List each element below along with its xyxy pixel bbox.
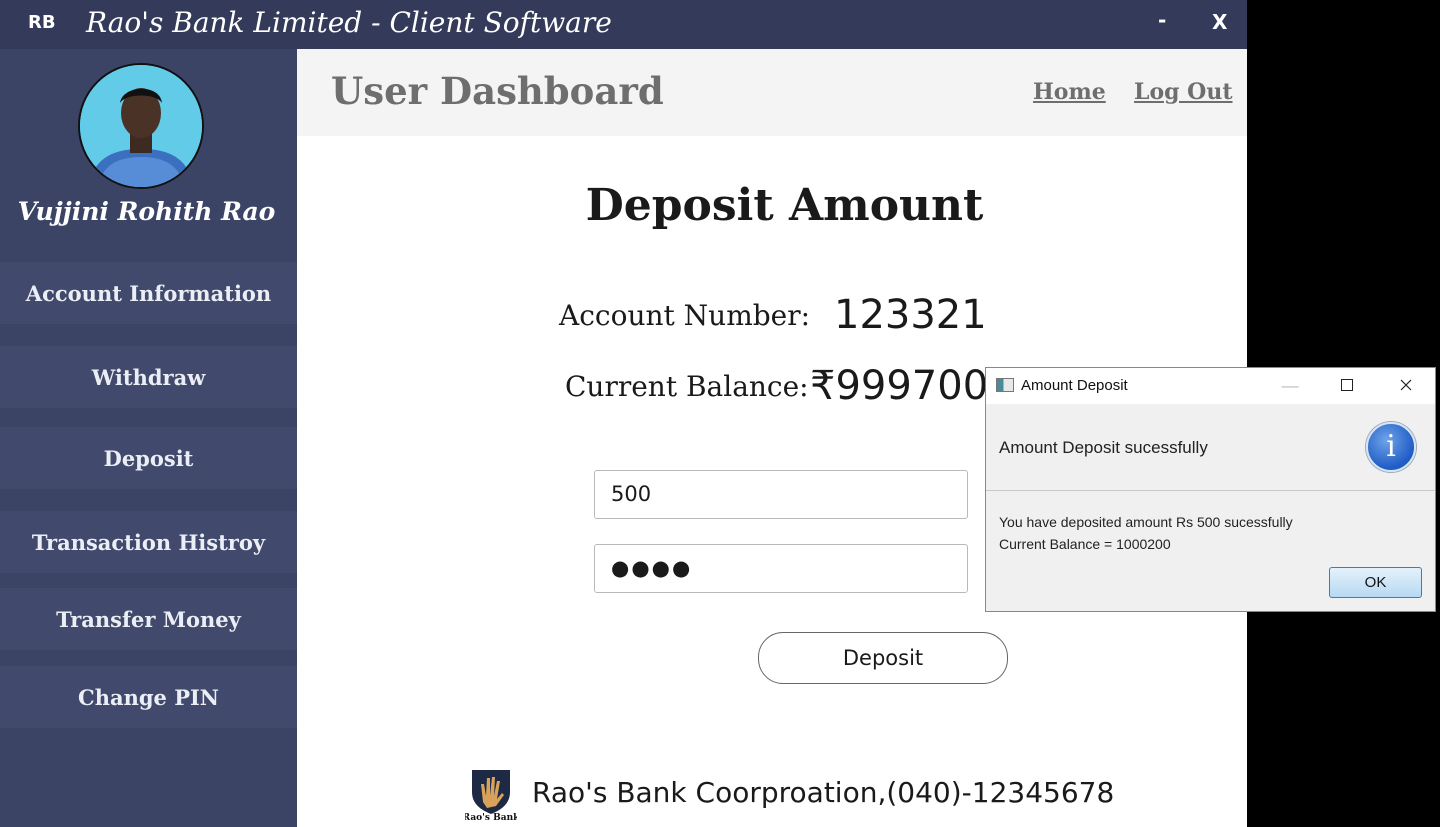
app-window-icon <box>996 378 1014 392</box>
deposit-title: Deposit Amount <box>585 180 984 231</box>
sidebar-item-change-pin[interactable]: Change PIN <box>0 666 297 728</box>
dialog-header: Amount Deposit sucessfully i <box>986 404 1435 491</box>
sidebar-item-withdraw[interactable]: Withdraw <box>0 346 297 408</box>
sidebar-item-transfer-money[interactable]: Transfer Money <box>0 588 297 650</box>
user-name: Vujjini Rohith Rao <box>17 197 276 226</box>
close-button[interactable]: X <box>1212 10 1227 34</box>
hand-shield-icon: Rao's Bank <box>463 770 520 823</box>
dialog-minimize-icon[interactable]: — <box>1276 374 1304 398</box>
dialog-maximize-icon[interactable] <box>1333 374 1361 398</box>
svg-text:Rao's Bank: Rao's Bank <box>465 813 517 822</box>
minimize-button[interactable]: - <box>1158 8 1166 32</box>
footer-text: Rao's Bank Coorproation,(040)-12345678 <box>532 776 1115 809</box>
info-icon: i <box>1366 422 1416 472</box>
home-link[interactable]: Home <box>1033 79 1106 105</box>
sidebar: Vujjini Rohith Rao Account Information W… <box>0 49 297 827</box>
current-balance-value: ₹999700 <box>810 363 989 409</box>
amount-deposit-dialog: Amount Deposit — Amount Deposit sucessfu… <box>985 367 1436 612</box>
account-number-label: Account Number: <box>559 299 811 332</box>
page-header: User Dashboard Home Log Out <box>297 49 1247 136</box>
user-photo <box>80 65 202 187</box>
sidebar-item-deposit[interactable]: Deposit <box>0 427 297 489</box>
title-bar: RB Rao's Bank Limited - Client Software … <box>0 0 1247 49</box>
bank-logo: Rao's Bank <box>463 766 520 823</box>
dialog-close-icon[interactable] <box>1392 374 1420 398</box>
page-title: User Dashboard <box>331 69 664 113</box>
dialog-title: Amount Deposit <box>1021 377 1128 394</box>
dialog-header-text: Amount Deposit sucessfully <box>999 438 1208 457</box>
pin-input[interactable]: ●●●● <box>594 544 968 593</box>
account-number-value: 123321 <box>834 292 987 338</box>
app-logo: RB <box>28 12 56 33</box>
dialog-message-line1: You have deposited amount Rs 500 sucessf… <box>999 514 1293 530</box>
dialog-title-bar: Amount Deposit — <box>986 368 1435 404</box>
logout-link[interactable]: Log Out <box>1134 79 1233 105</box>
window-title: Rao's Bank Limited - Client Software <box>86 6 612 39</box>
sidebar-item-transaction-history[interactable]: Transaction Histroy <box>0 511 297 573</box>
sidebar-item-account-information[interactable]: Account Information <box>0 262 297 324</box>
ok-button[interactable]: OK <box>1329 567 1422 598</box>
dialog-message-line2: Current Balance = 1000200 <box>999 536 1171 552</box>
avatar <box>78 63 204 189</box>
current-balance-label: Current Balance: <box>565 370 809 403</box>
deposit-button[interactable]: Deposit <box>758 632 1008 684</box>
amount-input[interactable]: 500 <box>594 470 968 519</box>
